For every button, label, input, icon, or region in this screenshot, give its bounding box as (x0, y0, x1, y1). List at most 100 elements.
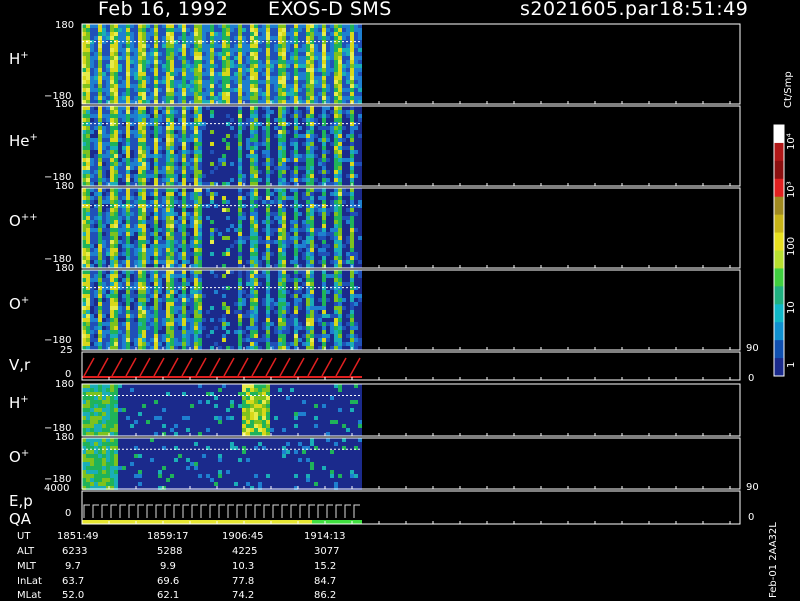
heatmap-cell (350, 220, 354, 224)
heatmap-cell (342, 28, 346, 32)
heatmap-cell (142, 270, 146, 274)
heatmap-cell (190, 302, 194, 306)
heatmap-cell (130, 236, 134, 240)
heatmap-cell (186, 110, 190, 114)
heatmap-cell (82, 224, 86, 228)
heatmap-cell (114, 302, 118, 306)
heatmap-cell (198, 158, 202, 162)
heatmap-cell (278, 142, 282, 146)
heatmap-cell (198, 100, 202, 104)
heatmap-cell (118, 84, 122, 88)
heatmap-cell (274, 178, 278, 182)
heatmap-cell (102, 240, 106, 244)
heatmap-cell (94, 138, 98, 142)
heatmap-cell (242, 92, 246, 96)
heatmap-cell (102, 126, 106, 130)
heatmap-cell (82, 302, 86, 306)
heatmap-cell (186, 314, 190, 318)
heatmap-cell (234, 154, 238, 158)
heatmap-cell (198, 224, 202, 228)
heatmap-cell (182, 142, 186, 146)
heatmap-cell (154, 84, 158, 88)
heatmap-cell (150, 174, 154, 178)
heatmap-cell (146, 150, 150, 154)
heatmap-cell (82, 232, 86, 236)
heatmap-cell (330, 24, 334, 28)
heatmap-cell (162, 178, 166, 182)
heatmap-cell (226, 290, 230, 294)
heatmap-cell (210, 310, 214, 314)
heatmap-cell (334, 158, 338, 162)
heatmap-cell (154, 100, 158, 104)
heatmap-cell (162, 196, 166, 200)
heatmap-cell (214, 114, 218, 118)
heatmap-cell (174, 318, 178, 322)
heatmap-cell (306, 44, 310, 48)
heatmap-cell (170, 196, 174, 200)
heatmap-cell (214, 228, 218, 232)
heatmap-cell (254, 110, 258, 114)
heatmap-cell (190, 318, 194, 322)
heatmap-cell (250, 162, 254, 166)
heatmap-cell (166, 142, 170, 146)
heatmap-cell (90, 278, 94, 282)
heatmap-cell (270, 240, 274, 244)
heatmap-cell (290, 56, 294, 60)
heatmap-cell (94, 318, 98, 322)
heatmap-cell (82, 134, 86, 138)
heatmap-cell (186, 200, 190, 204)
heatmap-cell (194, 314, 198, 318)
heatmap-cell (202, 244, 206, 248)
heatmap-cell (234, 216, 238, 220)
heatmap-cell (246, 188, 250, 192)
heatmap-cell (226, 68, 230, 72)
heatmap-cell (82, 346, 86, 350)
heatmap-cell (186, 142, 190, 146)
heatmap-cell (106, 92, 110, 96)
heatmap-cell (106, 126, 110, 130)
heatmap-cell (162, 174, 166, 178)
heatmap-cell (118, 252, 122, 256)
heatmap-cell (126, 252, 130, 256)
heatmap-cell (122, 64, 126, 68)
heatmap-cell (154, 142, 158, 146)
heatmap-cell (274, 130, 278, 134)
heatmap-cell (102, 106, 106, 110)
heatmap-cell (354, 256, 358, 260)
heatmap-cell (234, 338, 238, 342)
heatmap-cell (202, 338, 206, 342)
heatmap-cell (114, 170, 118, 174)
heatmap-cell (110, 220, 114, 224)
heatmap-cell (130, 248, 134, 252)
heatmap-cell (122, 330, 126, 334)
heatmap-cell (298, 134, 302, 138)
heatmap-cell (226, 310, 230, 314)
heatmap-cell (126, 88, 130, 92)
heatmap-cell (246, 96, 250, 100)
heatmap-cell (174, 192, 178, 196)
heatmap-cell (182, 60, 186, 64)
heatmap-cell (350, 114, 354, 118)
heatmap-cell (286, 178, 290, 182)
heatmap-cell (86, 298, 90, 302)
heatmap-cell (266, 84, 270, 88)
heatmap-cell (202, 330, 206, 334)
heatmap-cell (194, 224, 198, 228)
heatmap-cell (290, 170, 294, 174)
heatmap-cell (222, 338, 226, 342)
heatmap-cell (270, 76, 274, 80)
heatmap-cell (86, 294, 90, 298)
heatmap-cell (162, 240, 166, 244)
heatmap-cell (90, 178, 94, 182)
heatmap-cell (162, 302, 166, 306)
heatmap-cell (114, 52, 118, 56)
heatmap-cell (130, 68, 134, 72)
heatmap-cell (286, 142, 290, 146)
heatmap-cell (286, 208, 290, 212)
heatmap-cell (302, 220, 306, 224)
heatmap-cell (246, 142, 250, 146)
heatmap-cell (178, 96, 182, 100)
heatmap-cell (130, 138, 134, 142)
heatmap-cell (190, 270, 194, 274)
heatmap-cell (102, 110, 106, 114)
